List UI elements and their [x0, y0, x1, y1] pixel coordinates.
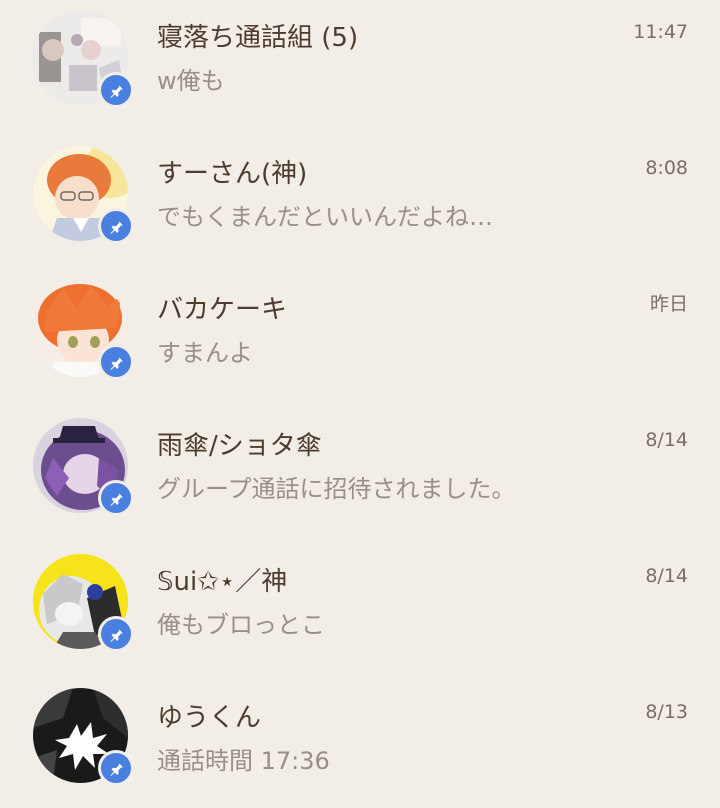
chat-row[interactable]: 雨傘/ショタ傘 グループ通話に招待されました。 8/14: [0, 408, 720, 528]
pin-icon: [110, 83, 123, 98]
chat-name: バカケーキ: [157, 295, 288, 325]
chat-time: 8/14: [645, 565, 688, 587]
chat-preview: すまんよ: [157, 339, 253, 367]
chat-name: ゆうくん: [157, 703, 262, 733]
chat-time: 8/14: [645, 429, 688, 451]
chat-row[interactable]: 寝落ち通話組 (5) w俺も 11:47: [0, 0, 720, 120]
pin-badge: [98, 72, 134, 108]
chat-name: すーさん(神): [157, 159, 308, 189]
chat-name: 雨傘/ショタ傘: [157, 431, 322, 461]
chat-name: 𝕊ui✩⋆／神: [157, 567, 288, 597]
pin-icon: [110, 355, 123, 370]
chat-list: 寝落ち通話組 (5) w俺も 11:47 すーさん(神) でもくまんだといいんだ…: [0, 0, 720, 808]
chat-preview: w俺も: [157, 67, 225, 95]
chat-row[interactable]: ゆうくん 通話時間 17:36 8/13: [0, 680, 720, 800]
chat-preview: でもくまんだといいんだよね…: [157, 203, 493, 231]
pin-badge: [98, 344, 134, 380]
chat-time: 8:08: [645, 157, 688, 179]
pin-badge: [98, 480, 134, 516]
chat-name: 寝落ち通話組 (5): [157, 23, 359, 53]
chat-preview: 通話時間 17:36: [157, 747, 330, 775]
chat-preview: グループ通話に招待されました。: [157, 475, 516, 503]
pin-icon: [110, 491, 123, 506]
pin-icon: [110, 627, 123, 642]
pin-badge: [98, 750, 134, 786]
pin-icon: [110, 219, 123, 234]
chat-time: 11:47: [633, 21, 688, 43]
pin-badge: [98, 616, 134, 652]
chat-row[interactable]: すーさん(神) でもくまんだといいんだよね… 8:08: [0, 136, 720, 256]
pin-badge: [98, 208, 134, 244]
chat-time: 昨日: [649, 293, 688, 315]
chat-time: 8/13: [645, 701, 688, 723]
pin-icon: [110, 761, 123, 776]
chat-preview: 俺もブロっとこ: [157, 611, 325, 639]
chat-row[interactable]: 𝕊ui✩⋆／神 俺もブロっとこ 8/14: [0, 544, 720, 664]
chat-row[interactable]: バカケーキ すまんよ 昨日: [0, 272, 720, 392]
